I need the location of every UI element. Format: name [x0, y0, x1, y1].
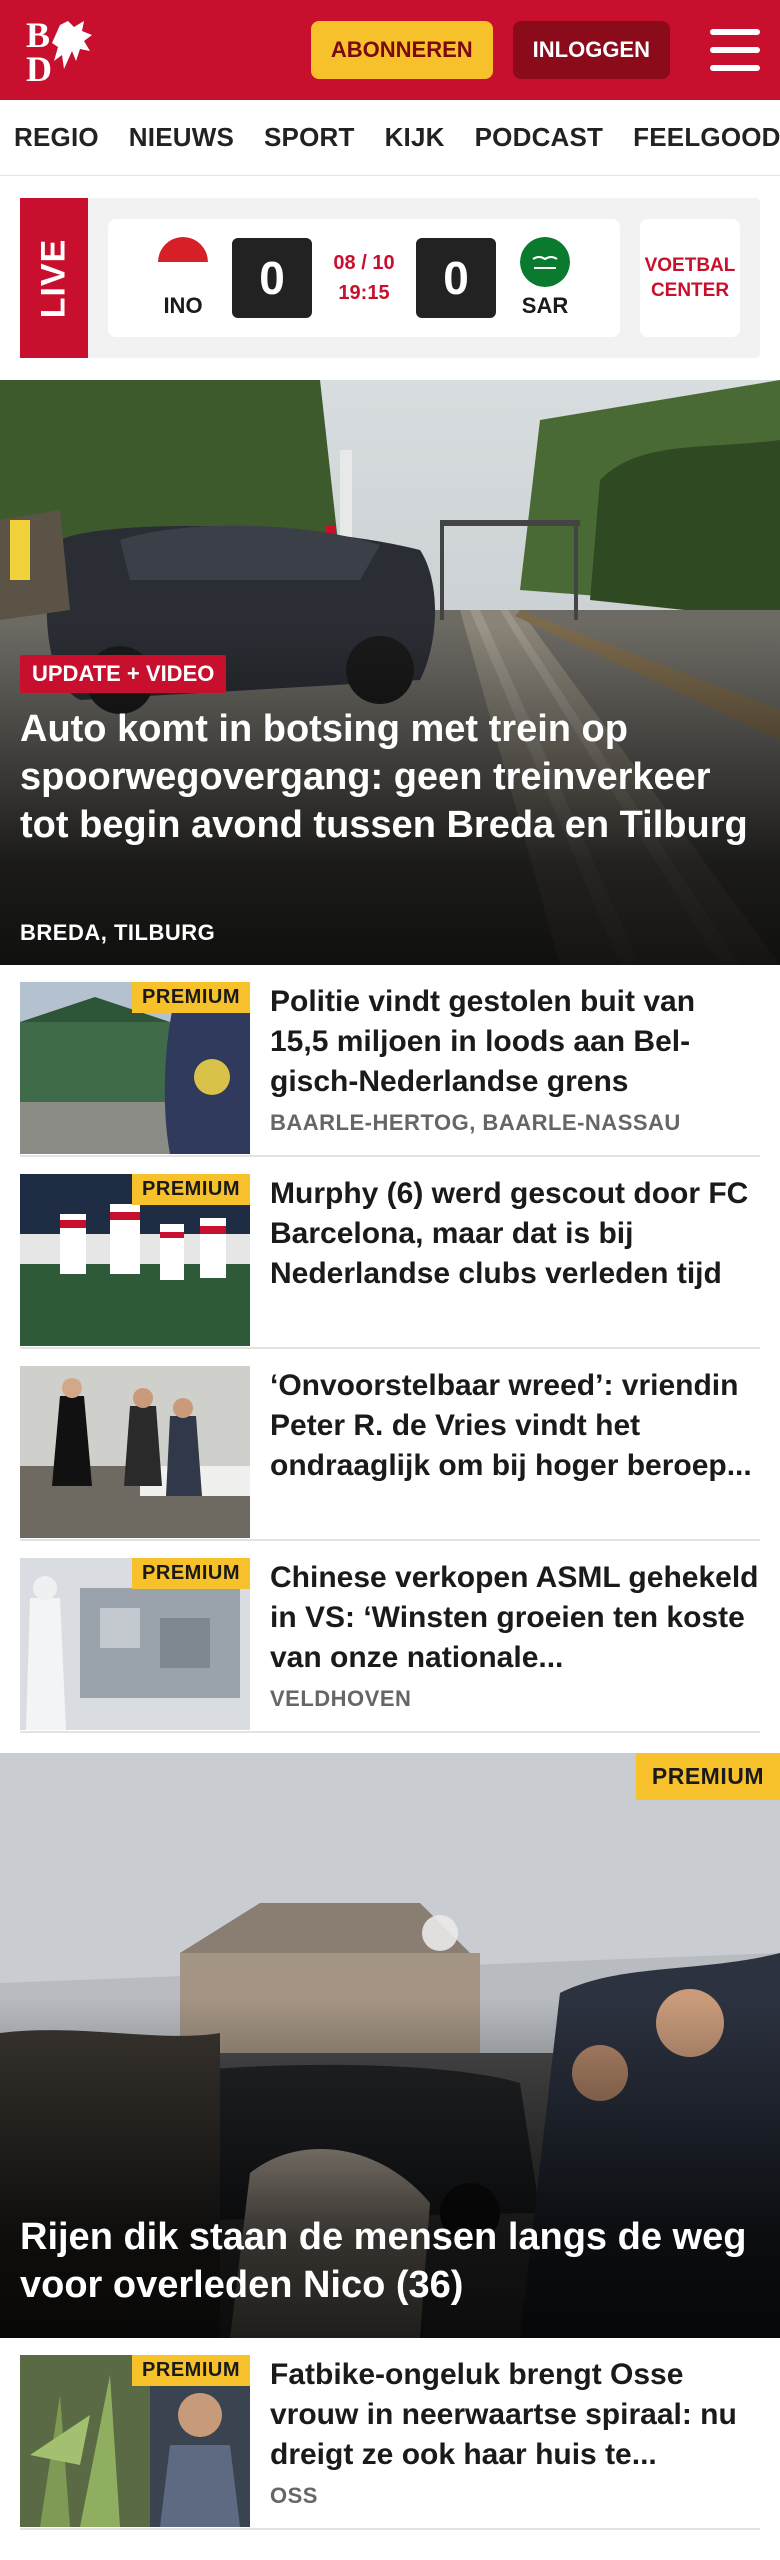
update-video-badge: UPDATE + VIDEO: [20, 655, 227, 693]
list-item[interactable]: PREMIUM Chinese verkopen ASML gehekeld i…: [20, 1541, 760, 1733]
article-thumbnail: PREMIUM: [20, 1174, 250, 1346]
subscribe-button[interactable]: ABONNEREN: [310, 21, 493, 79]
match-date: 08 / 10: [333, 252, 395, 274]
match-datetime: 08 / 10 19:15: [326, 248, 402, 308]
match-time: 19:15: [338, 282, 390, 304]
article-thumbnail: PREMIUM: [20, 2355, 250, 2527]
premium-badge: PREMIUM: [132, 2355, 250, 2386]
saudi-arabia-flag-icon: [520, 237, 570, 287]
list-item[interactable]: PREMIUM Murphy (6) werd gescout door FC …: [20, 1157, 760, 1349]
nav-item-sport[interactable]: SPORT: [264, 122, 355, 153]
article-title[interactable]: Chinese verkopen ASML gehekeld in VS: ‘W…: [270, 1558, 760, 1678]
live-scores-bar: LIVE INO 0 08 / 10 19:15 0 SAR VOETBAL C…: [20, 198, 760, 358]
article-location: VELDHOVEN: [270, 1686, 412, 1711]
premium-badge: PREMIUM: [635, 1753, 780, 1800]
list-item[interactable]: PREMIUM Fatbike-ongeluk brengt Osse vrou…: [20, 2338, 760, 2530]
away-score: 0: [416, 238, 496, 318]
home-team-code: INO: [163, 293, 203, 318]
svg-text:D: D: [26, 49, 52, 85]
match-card[interactable]: INO 0 08 / 10 19:15 0 SAR: [108, 219, 620, 337]
center-label: CENTER: [650, 280, 730, 301]
article-title[interactable]: Fatbike-ongeluk brengt Osse vrouw in nee…: [270, 2355, 760, 2475]
nav-item-podcast[interactable]: PODCAST: [475, 122, 604, 153]
live-tab[interactable]: LIVE: [20, 198, 88, 358]
article-thumbnail: PREMIUM: [20, 1558, 250, 1730]
list-item[interactable]: ‘Onvoorstelbaar wreed’: vriendin Peter R…: [20, 1349, 760, 1541]
article-title[interactable]: Murphy (6) werd gescout door FC Barcelon…: [270, 1174, 760, 1294]
login-button[interactable]: INLOGGEN: [512, 21, 670, 79]
away-team: SAR: [510, 237, 580, 319]
home-team: INO: [148, 237, 218, 319]
hero-headline[interactable]: Auto komt in botsing met trein op spoorw…: [20, 705, 760, 849]
top-header: B D ABONNEREN INLOGGEN: [0, 0, 780, 100]
article-thumbnail: PREMIUM: [20, 982, 250, 1154]
live-label: LIVE: [34, 238, 73, 318]
section-nav: REGIO NIEUWS SPORT KIJK PODCAST FEELGOOD: [0, 100, 780, 176]
feature-article[interactable]: PREMIUM Rijen dik staan de mensen langs …: [0, 1753, 780, 2338]
article-location: OSS: [270, 2483, 318, 2508]
list-item[interactable]: PREMIUM Politie vindt gestolen buit van …: [20, 965, 760, 1157]
nav-item-kijk[interactable]: KIJK: [385, 122, 445, 153]
nav-item-feelgood[interactable]: FEELGOOD: [633, 122, 780, 153]
article-title[interactable]: ‘Onvoorstelbaar wreed’: vriendin Peter R…: [270, 1366, 760, 1486]
away-team-code: SAR: [521, 293, 569, 318]
indonesia-flag-icon: [158, 237, 208, 287]
voetbal-label: VOETBAL: [644, 255, 736, 276]
home-score: 0: [232, 238, 312, 318]
nav-item-regio[interactable]: REGIO: [14, 122, 99, 153]
nav-item-nieuws[interactable]: NIEUWS: [129, 122, 234, 153]
hero-article[interactable]: UPDATE + VIDEO Auto komt in botsing met …: [0, 380, 780, 965]
premium-badge: PREMIUM: [132, 1558, 250, 1589]
article-location: BAARLE-HERTOG, BAARLE-NASSAU: [270, 1110, 681, 1135]
hero-location: BREDA, TILBURG: [20, 920, 216, 945]
article-thumbnail: [20, 1366, 250, 1538]
premium-badge: PREMIUM: [132, 982, 250, 1013]
article-title[interactable]: Politie vindt gestolen buit van 15,5 mil…: [270, 982, 760, 1102]
premium-badge: PREMIUM: [132, 1174, 250, 1205]
article-list: PREMIUM Politie vindt gestolen buit van …: [20, 965, 760, 1733]
feature-headline[interactable]: Rijen dik staan de mensen langs de weg v…: [20, 2213, 760, 2309]
voetbal-center-button[interactable]: VOETBAL CENTER: [640, 219, 740, 337]
article-list-2: PREMIUM Fatbike-ongeluk brengt Osse vrou…: [20, 2338, 760, 2530]
bd-logo[interactable]: B D: [20, 15, 110, 85]
menu-icon[interactable]: [710, 29, 760, 71]
